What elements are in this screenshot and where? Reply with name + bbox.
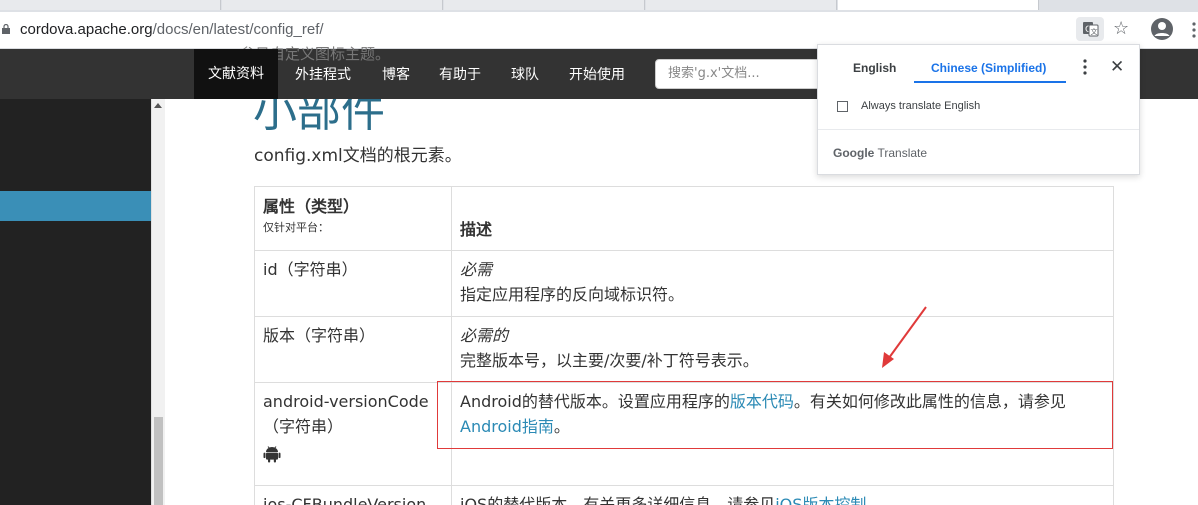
nav-item-get-started[interactable]: 开始使用	[569, 64, 625, 84]
nav-item-blog[interactable]: 博客	[382, 64, 410, 84]
scroll-up-arrow-icon[interactable]	[154, 103, 162, 108]
nav-item-team[interactable]: 球队	[511, 64, 539, 84]
android-icon	[263, 446, 281, 463]
ios-versioning-link[interactable]: iOS版本控制	[775, 495, 866, 505]
browser-menu-icon[interactable]	[1190, 20, 1198, 40]
browser-tab-active[interactable]	[838, 0, 1039, 10]
close-icon[interactable]: ✕	[1110, 57, 1124, 77]
doc-search-input[interactable]: 搜索'g.x'文档...	[655, 59, 835, 89]
table-row: id（字符串） 必需指定应用程序的反向域标识符。	[254, 250, 1114, 317]
header-attribute-label: 属性（类型）	[263, 197, 360, 216]
cell-description: 必需的完整版本号，以主要/次要/补丁符号表示。	[451, 316, 1114, 383]
page-heading: 小部件	[253, 99, 385, 137]
svg-text:文: 文	[1091, 27, 1098, 36]
scroll-thumb[interactable]	[154, 417, 163, 505]
google-logo-text: Google	[833, 146, 875, 160]
header-attribute-sub: 仅针对平台：	[263, 221, 329, 234]
cell-attribute: 版本（字符串）	[254, 316, 452, 383]
attribute-name: android-versionCode	[263, 392, 429, 411]
description-text: iOS的替代版本。有关更多详细信息，请参见	[460, 495, 776, 505]
tab-chinese-simplified[interactable]: Chinese (Simplified)	[931, 61, 1046, 75]
cell-description: 必需指定应用程序的反向域标识符。	[451, 250, 1114, 317]
cell-attribute: ios-CFBundleVersion	[254, 485, 452, 505]
cell-attribute: id（字符串）	[254, 250, 452, 317]
google-translate-brand: Google Translate	[833, 146, 927, 160]
lock-icon[interactable]	[2, 24, 10, 34]
tab-english[interactable]: English	[853, 61, 896, 75]
browser-tab[interactable]	[0, 0, 221, 10]
attributes-table: 属性（类型） 仅针对平台： 描述 id（字符串） 必需指定应用程序的反向域标识符。…	[254, 186, 1114, 505]
active-tab-underline	[914, 81, 1066, 83]
content-scrollbar[interactable]	[151, 99, 165, 505]
always-translate-checkbox[interactable]	[837, 101, 848, 112]
description-text: 完整版本号，以主要/次要/补丁符号表示。	[460, 351, 759, 370]
table-row: ios-CFBundleVersion iOS的替代版本。有关更多详细信息，请参…	[254, 485, 1114, 505]
cell-description: iOS的替代版本。有关更多详细信息，请参见iOS版本控制。	[451, 485, 1114, 505]
sidebar-selected-item[interactable]	[0, 191, 151, 221]
annotation-highlight-box	[437, 381, 1113, 449]
cell-attribute: android-versionCode （字符串）	[254, 382, 452, 486]
intro-text: config.xml文档的根元素。	[254, 146, 462, 166]
nav-item-contribute[interactable]: 有助于	[439, 64, 481, 84]
browser-tab-strip	[0, 0, 1198, 12]
nav-item-docs[interactable]: 文献资料	[194, 49, 278, 99]
translate-popup: English Chinese (Simplified) ✕ Always tr…	[817, 44, 1140, 175]
more-options-icon[interactable]	[1081, 58, 1089, 76]
browser-tab[interactable]	[444, 0, 645, 10]
translate-brand-text: Translate	[877, 146, 928, 160]
required-label: 必需的	[460, 326, 509, 345]
google-translate-icon[interactable]: G 文	[1076, 17, 1104, 41]
header-attribute: 属性（类型） 仅针对平台：	[254, 186, 452, 251]
browser-tab[interactable]	[222, 0, 443, 10]
url-path: /docs/en/latest/config_ref/	[152, 21, 324, 38]
header-description: 描述	[451, 186, 1114, 251]
bookmark-star-icon[interactable]: ☆	[1113, 18, 1129, 39]
profile-avatar-icon[interactable]	[1150, 17, 1174, 41]
description-text: 。	[866, 495, 883, 505]
browser-tab[interactable]	[646, 0, 837, 10]
docs-sidebar	[0, 99, 151, 505]
table-header-row: 属性（类型） 仅针对平台： 描述	[254, 186, 1114, 251]
required-label: 必需	[460, 260, 493, 279]
nav-item-plugins[interactable]: 外挂程式	[295, 64, 351, 84]
always-translate-label[interactable]: Always translate English	[861, 100, 980, 112]
description-text: 指定应用程序的反向域标识符。	[460, 285, 685, 304]
url-text[interactable]: cordova.apache.org/docs/en/latest/config…	[20, 21, 324, 38]
popup-divider	[818, 129, 1139, 130]
url-host: cordova.apache.org	[20, 21, 153, 38]
table-row: 版本（字符串） 必需的完整版本号，以主要/次要/补丁符号表示。	[254, 316, 1114, 383]
attribute-type: （字符串）	[263, 417, 344, 436]
